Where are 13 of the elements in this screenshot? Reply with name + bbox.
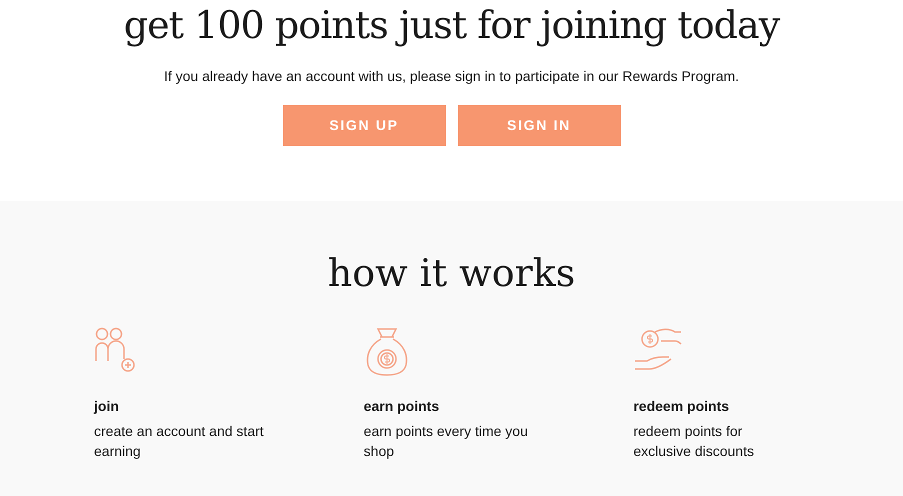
money-bag-icon — [364, 327, 410, 377]
sign-up-button[interactable]: SIGN UP — [282, 105, 446, 146]
section-title: how it works — [328, 251, 576, 295]
step-description: redeem points for exclusive discounts — [633, 422, 755, 461]
sign-in-button[interactable]: SIGN IN — [458, 105, 620, 146]
step-description: create an account and start earning — [94, 422, 264, 461]
hero-title: get 100 points just for joining today — [124, 3, 780, 47]
step-title: redeem points — [633, 397, 730, 416]
coin-hand-icon — [633, 327, 684, 373]
step-title: earn points — [364, 397, 440, 416]
step-title: join — [94, 397, 120, 416]
hero-subtitle: If you already have an account with us, please sign in to participate in our Rewards Program. — [164, 67, 740, 86]
step-description: earn points every time you shop — [364, 422, 529, 461]
